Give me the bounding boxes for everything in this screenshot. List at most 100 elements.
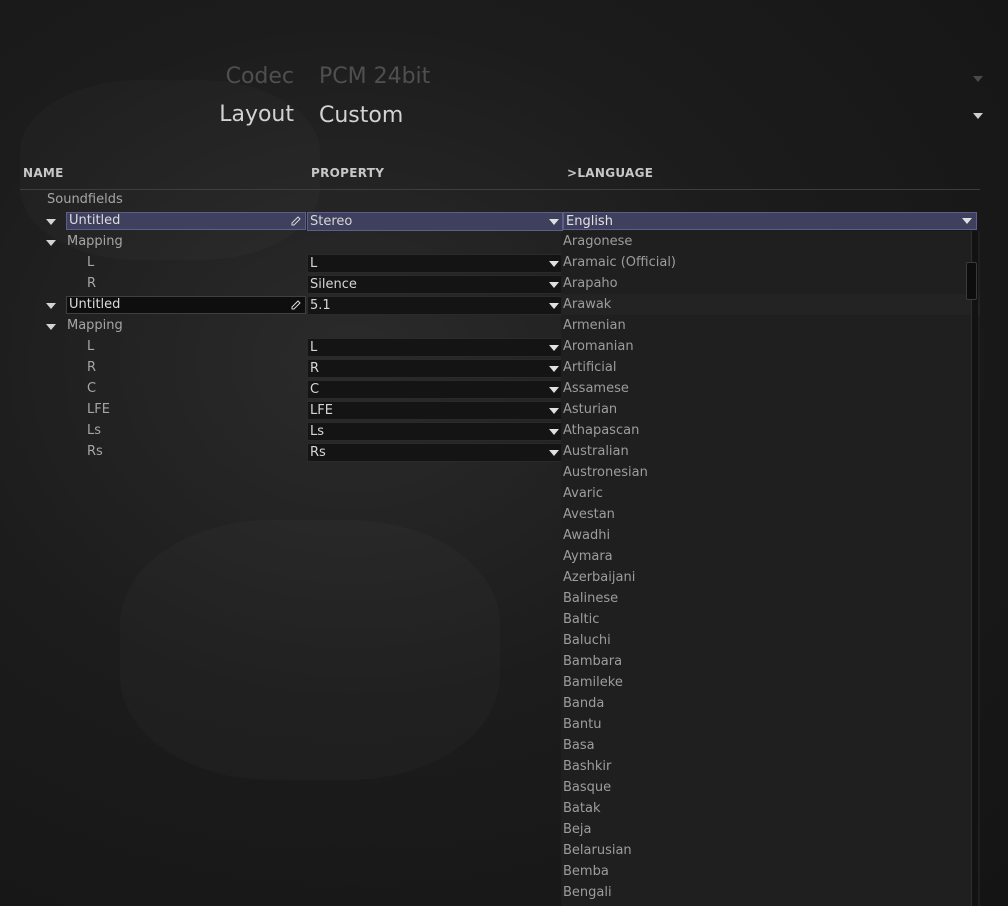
chevron-down-icon xyxy=(549,408,559,414)
chevron-down-icon xyxy=(549,450,559,456)
edit-pencil-icon[interactable] xyxy=(290,215,302,227)
channel-name: Rs xyxy=(87,444,103,459)
language-option[interactable]: Australian xyxy=(561,441,980,462)
channel-mapping-select[interactable]: Ls xyxy=(307,422,563,441)
header-divider xyxy=(20,189,980,190)
soundfield-name-field[interactable]: Untitled xyxy=(66,212,306,230)
mapping-label: Mapping xyxy=(67,234,123,249)
channel-mapping-value: Silence xyxy=(310,277,357,292)
soundfield-type-value: 5.1 xyxy=(310,298,331,313)
channel-mapping-select[interactable]: L xyxy=(307,254,563,273)
channel-mapping-select[interactable]: Silence xyxy=(307,275,563,294)
chevron-down-icon xyxy=(549,303,559,309)
channel-mapping-select[interactable]: Rs xyxy=(307,443,563,462)
language-option[interactable]: Artificial xyxy=(561,357,980,378)
collapse-arrow-icon[interactable] xyxy=(46,303,56,309)
language-option[interactable]: Baltic xyxy=(561,609,980,630)
column-header-language[interactable]: >LANGUAGE xyxy=(567,166,653,180)
channel-mapping-select[interactable]: R xyxy=(307,359,563,378)
language-option[interactable]: Arapaho xyxy=(561,273,980,294)
channel-mapping-value: LFE xyxy=(310,403,333,418)
channel-name: C xyxy=(87,381,97,396)
collapse-arrow-icon[interactable] xyxy=(46,219,56,225)
language-option[interactable]: Avestan xyxy=(561,504,980,525)
language-option[interactable]: Bashkir xyxy=(561,756,980,777)
chevron-down-icon xyxy=(549,345,559,351)
language-option[interactable]: Azerbaijani xyxy=(561,567,980,588)
language-option[interactable]: Balinese xyxy=(561,588,980,609)
codec-dropdown-icon[interactable] xyxy=(973,76,983,82)
language-selected-value: English xyxy=(566,214,613,229)
layout-dropdown-icon[interactable] xyxy=(973,113,983,119)
soundfield-type-select[interactable]: 5.1 xyxy=(307,296,563,315)
codec-value[interactable]: PCM 24bit xyxy=(319,64,430,89)
layout-value[interactable]: Custom xyxy=(319,103,403,128)
chevron-down-icon xyxy=(549,429,559,435)
language-options-list[interactable]: Aragonese Aramaic (Official) Arapaho Arawak… xyxy=(561,231,980,906)
chevron-down-icon xyxy=(962,218,972,224)
language-option[interactable]: Aromanian xyxy=(561,336,980,357)
language-option[interactable]: Aymara xyxy=(561,546,980,567)
mapping-label: Mapping xyxy=(67,318,123,333)
language-option[interactable]: Bamileke xyxy=(561,672,980,693)
language-option[interactable]: Banda xyxy=(561,693,980,714)
language-option[interactable]: Bengali xyxy=(561,882,980,903)
channel-name: L xyxy=(87,255,95,270)
language-option[interactable]: Basa xyxy=(561,735,980,756)
language-option[interactable]: Aragonese xyxy=(561,231,980,252)
language-option[interactable]: Assamese xyxy=(561,378,980,399)
channel-mapping-value: Rs xyxy=(310,445,326,460)
chevron-down-icon xyxy=(549,261,559,267)
language-option[interactable]: Baluchi xyxy=(561,630,980,651)
soundfield-name-field[interactable]: Untitled xyxy=(66,296,306,314)
background-shape xyxy=(120,520,500,780)
chevron-down-icon xyxy=(549,387,559,393)
soundfields-label: Soundfields xyxy=(47,192,123,207)
chevron-down-icon xyxy=(549,366,559,372)
collapse-arrow-icon[interactable] xyxy=(46,240,56,246)
channel-mapping-value: C xyxy=(310,382,320,397)
channel-mapping-select[interactable]: L xyxy=(307,338,563,357)
codec-label: Codec xyxy=(225,64,294,89)
channel-name: R xyxy=(87,276,97,291)
language-select[interactable]: English xyxy=(563,212,977,230)
soundfield-name: Untitled xyxy=(69,213,121,228)
channel-mapping-value: R xyxy=(310,361,320,376)
language-option[interactable]: Bemba xyxy=(561,861,980,882)
language-option[interactable]: Arawak xyxy=(561,294,980,315)
channel-name: LFE xyxy=(87,402,110,417)
channel-mapping-value: L xyxy=(310,256,318,271)
soundfield-type-value: Stereo xyxy=(310,214,353,229)
chevron-down-icon xyxy=(549,282,559,288)
language-option[interactable]: Asturian xyxy=(561,399,980,420)
language-list-scrollbar[interactable] xyxy=(971,231,978,906)
layout-label: Layout xyxy=(219,102,294,127)
chevron-down-icon xyxy=(549,219,559,225)
language-option[interactable]: Awadhi xyxy=(561,525,980,546)
language-option[interactable]: Athapascan xyxy=(561,420,980,441)
language-option[interactable]: Aramaic (Official) xyxy=(561,252,980,273)
channel-name: L xyxy=(87,339,95,354)
language-option[interactable]: Bantu xyxy=(561,714,980,735)
language-option[interactable]: Avaric xyxy=(561,483,980,504)
channel-name: Ls xyxy=(87,423,102,438)
soundfield-type-select[interactable]: Stereo xyxy=(307,212,563,231)
soundfield-name: Untitled xyxy=(69,297,121,312)
channel-name: R xyxy=(87,360,97,375)
language-option[interactable]: Beja xyxy=(561,819,980,840)
channel-mapping-select[interactable]: LFE xyxy=(307,401,563,420)
edit-pencil-icon[interactable] xyxy=(290,299,302,311)
language-option[interactable]: Belarusian xyxy=(561,840,980,861)
language-option[interactable]: Batak xyxy=(561,798,980,819)
column-header-property[interactable]: PROPERTY xyxy=(311,166,384,180)
language-option[interactable]: Bambara xyxy=(561,651,980,672)
scrollbar-thumb[interactable] xyxy=(966,262,977,300)
language-option[interactable]: Armenian xyxy=(561,315,980,336)
language-option[interactable]: Basque xyxy=(561,777,980,798)
language-option[interactable]: Austronesian xyxy=(561,462,980,483)
collapse-arrow-icon[interactable] xyxy=(46,324,56,330)
channel-mapping-value: L xyxy=(310,340,318,355)
channel-mapping-select[interactable]: C xyxy=(307,380,563,399)
channel-mapping-value: Ls xyxy=(310,424,325,439)
column-header-name[interactable]: NAME xyxy=(23,166,64,180)
